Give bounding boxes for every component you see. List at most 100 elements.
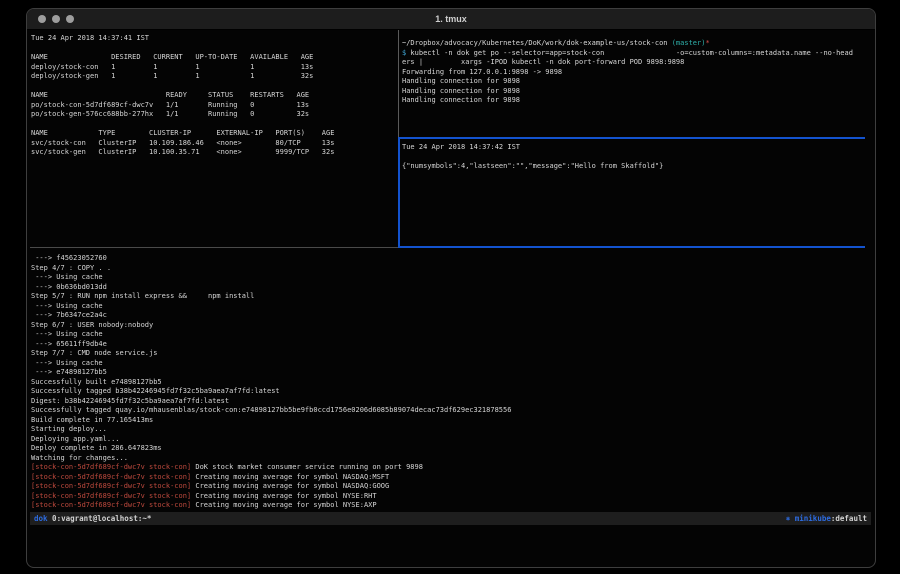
terminal-line — [31, 120, 397, 130]
text-segment: svc/stock-gen ClusterIP 10.100.35.71 <no… — [31, 148, 334, 156]
terminal-line: ---> Using cache — [31, 302, 871, 312]
text-segment: dok — [34, 514, 48, 523]
pane-service-response[interactable]: Tue 24 Apr 2018 14:37:42 IST {"numsymbol… — [402, 143, 868, 245]
terminal-line: NAME TYPE CLUSTER-IP EXTERNAL-IP PORT(S)… — [31, 129, 397, 139]
terminal-line: po/stock-gen-576cc688bb-277hx 1/1 Runnin… — [31, 110, 397, 120]
text-segment: ~/Dropbox/advocacy/Kubernetes/DoK/work/d… — [402, 39, 672, 47]
text-segment: Forwarding from 127.0.0.1:9898 -> 9898 — [402, 68, 562, 76]
terminal-line: ---> Using cache — [31, 359, 871, 369]
terminal-line: Step 6/7 : USER nobody:nobody — [31, 321, 871, 331]
terminal-line: Deploy complete in 286.647823ms — [31, 444, 871, 454]
text-segment: Successfully tagged b38b42246945fd7f32c5… — [31, 387, 280, 395]
terminal-line: ---> f45623052760 — [31, 254, 871, 264]
text-segment: [stock-con-5d7df689cf-dwc7v stock-con] — [31, 463, 191, 471]
terminal-line: [stock-con-5d7df689cf-dwc7v stock-con] C… — [31, 482, 871, 492]
text-segment: Deploying app.yaml... — [31, 435, 120, 443]
text-segment: Step 5/7 : RUN npm install express && np… — [31, 292, 254, 300]
text-segment: svc/stock-con ClusterIP 10.109.186.46 <n… — [31, 139, 334, 147]
window-titlebar: 1. tmux — [27, 9, 875, 30]
text-segment: ---> Using cache — [31, 273, 103, 281]
terminal-line: ---> 7b6347ce2a4c — [31, 311, 871, 321]
text-segment: ---> e74898127bb5 — [31, 368, 107, 376]
terminal-line: po/stock-con-5d7df689cf-dwc7v 1/1 Runnin… — [31, 101, 397, 111]
text-segment: Creating moving average for symbol NASDA… — [191, 482, 389, 490]
terminal-line: Deploying app.yaml... — [31, 435, 871, 445]
text-segment: kubectl -n dok get po --selector=app=sto… — [406, 49, 853, 57]
text-segment: NAME DESIRED CURRENT UP-TO-DATE AVAILABL… — [31, 53, 313, 61]
status-kube-context: ⎈ minikube:default — [786, 512, 867, 525]
terminal-line: Successfully tagged b38b42246945fd7f32c5… — [31, 387, 871, 397]
terminal-line: Step 5/7 : RUN npm install express && np… — [31, 292, 871, 302]
text-segment: NAME TYPE CLUSTER-IP EXTERNAL-IP PORT(S)… — [31, 129, 334, 137]
text-segment: Digest: b38b42246945fd7f32c5ba9aea7af7fd… — [31, 397, 229, 405]
text-segment: ers | xargs -IPOD kubectl -n dok port-fo… — [402, 58, 684, 66]
text-segment: ---> Using cache — [31, 359, 103, 367]
terminal-line: [stock-con-5d7df689cf-dwc7v stock-con] C… — [31, 492, 871, 502]
text-segment: 0:vagrant@localhost:~* — [48, 514, 152, 523]
text-segment: NAME READY STATUS RESTARTS AGE — [31, 91, 309, 99]
terminal-line — [31, 82, 397, 92]
text-segment: Step 6/7 : USER nobody:nobody — [31, 321, 153, 329]
text-segment: Build complete in 77.165413ms — [31, 416, 153, 424]
text-segment: Creating moving average for symbol NYSE:… — [191, 492, 376, 500]
text-segment: Successfully tagged quay.io/mhausenblas/… — [31, 406, 511, 414]
window-title: 1. tmux — [27, 14, 875, 24]
text-segment: ---> 65611ff9db4e — [31, 340, 107, 348]
text-segment: minikube — [795, 514, 831, 523]
terminal-line: deploy/stock-gen 1 1 1 1 32s — [31, 72, 397, 82]
text-segment: ---> 7b6347ce2a4c — [31, 311, 107, 319]
text-segment: Step 4/7 : COPY . . — [31, 264, 111, 272]
terminal-line: deploy/stock-con 1 1 1 1 13s — [31, 63, 397, 73]
text-segment — [31, 120, 35, 128]
pane-kubectl-overview[interactable]: Tue 24 Apr 2018 14:37:41 IST NAME DESIRE… — [31, 32, 397, 248]
terminal-line: Successfully built e74898127bb5 — [31, 378, 871, 388]
text-segment: deploy/stock-gen 1 1 1 1 32s — [31, 72, 313, 80]
text-segment: Deploy complete in 286.647823ms — [31, 444, 162, 452]
pane-port-forward[interactable]: ~/Dropbox/advocacy/Kubernetes/DoK/work/d… — [402, 39, 868, 137]
text-segment — [31, 44, 35, 52]
text-segment: po/stock-gen-576cc688bb-277hx 1/1 Runnin… — [31, 110, 309, 118]
pane-divider-horizontal — [30, 247, 398, 248]
text-segment: deploy/stock-con 1 1 1 1 13s — [31, 63, 313, 71]
terminal-line: [stock-con-5d7df689cf-dwc7v stock-con] C… — [31, 501, 871, 511]
terminal-line: $ kubectl -n dok get po --selector=app=s… — [402, 49, 868, 59]
terminal-line: NAME READY STATUS RESTARTS AGE — [31, 91, 397, 101]
active-pane-border-left — [398, 137, 400, 247]
text-segment: * — [705, 39, 709, 47]
text-segment: po/stock-con-5d7df689cf-dwc7v 1/1 Runnin… — [31, 101, 309, 109]
terminal-line: NAME DESIRED CURRENT UP-TO-DATE AVAILABL… — [31, 53, 397, 63]
text-segment: DoK stock market consumer service runnin… — [191, 463, 423, 471]
terminal-line: Successfully tagged quay.io/mhausenblas/… — [31, 406, 871, 416]
text-segment: Watching for changes... — [31, 454, 128, 462]
text-segment: Step 7/7 : CMD node service.js — [31, 349, 157, 357]
terminal-line: Handling connection for 9898 — [402, 87, 868, 97]
text-segment: ⎈ — [786, 514, 795, 523]
text-segment — [31, 82, 35, 90]
text-segment: Starting deploy... — [31, 425, 107, 433]
text-segment: [stock-con-5d7df689cf-dwc7v stock-con] — [31, 482, 191, 490]
tmux-status-bar: dok 0:vagrant@localhost:~* ⎈ minikube:de… — [30, 512, 871, 525]
text-segment: Tue 24 Apr 2018 14:37:42 IST — [402, 143, 520, 151]
text-segment: [stock-con-5d7df689cf-dwc7v stock-con] — [31, 473, 191, 481]
terminal-line — [402, 153, 868, 163]
pane-skaffold-build-log[interactable]: ---> f45623052760 Step 4/7 : COPY . . ---… — [31, 254, 871, 512]
text-segment: {"numsymbols":4,"lastseen":"","message":… — [402, 162, 663, 170]
terminal-line: Build complete in 77.165413ms — [31, 416, 871, 426]
text-segment: Handling connection for 9898 — [402, 96, 520, 104]
text-segment: ---> 0b636bd013dd — [31, 283, 107, 291]
text-segment: ---> Using cache — [31, 302, 103, 310]
text-segment: Handling connection for 9898 — [402, 77, 520, 85]
terminal-line: Tue 24 Apr 2018 14:37:41 IST — [31, 34, 397, 44]
terminal-line: Handling connection for 9898 — [402, 77, 868, 87]
terminal-line — [31, 44, 397, 54]
terminal-line: Step 7/7 : CMD node service.js — [31, 349, 871, 359]
terminal-line: svc/stock-con ClusterIP 10.109.186.46 <n… — [31, 139, 397, 149]
text-segment: ---> Using cache — [31, 330, 103, 338]
status-session-window[interactable]: dok 0:vagrant@localhost:~* — [34, 512, 151, 525]
terminal-line: ---> 65611ff9db4e — [31, 340, 871, 350]
terminal-line: ers | xargs -IPOD kubectl -n dok port-fo… — [402, 58, 868, 68]
text-segment: [stock-con-5d7df689cf-dwc7v stock-con] — [31, 501, 191, 509]
text-segment: Creating moving average for symbol NYSE:… — [191, 501, 376, 509]
text-segment: Successfully built e74898127bb5 — [31, 378, 162, 386]
text-segment: ---> f45623052760 — [31, 254, 107, 262]
